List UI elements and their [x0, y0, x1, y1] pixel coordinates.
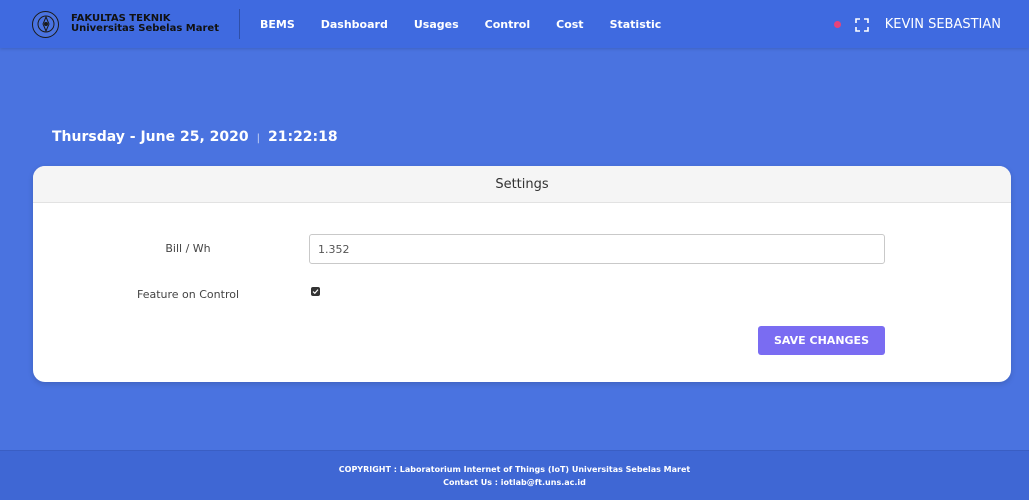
- save-changes-button[interactable]: SAVE CHANGES: [758, 326, 885, 355]
- nav-item-statistic[interactable]: Statistic: [610, 18, 662, 31]
- settings-card: Settings Bill / Wh Feature on Control SA…: [33, 166, 1011, 382]
- current-date: Thursday - June 25, 2020: [52, 129, 249, 145]
- footer-contact[interactable]: Contact Us : iotlab@ft.uns.ac.id: [443, 476, 586, 489]
- nav-item-control[interactable]: Control: [485, 18, 530, 31]
- nav-item-bems[interactable]: BEMS: [260, 18, 295, 31]
- current-time: 21:22:18: [267, 129, 338, 145]
- bill-per-wh-label: Bill / Wh: [165, 242, 211, 255]
- nav-item-cost[interactable]: Cost: [556, 18, 583, 31]
- nav-item-usages[interactable]: Usages: [414, 18, 459, 31]
- university-logo-icon: [32, 10, 59, 38]
- datetime-display: Thursday - June 25, 2020 | 21:22:18: [52, 129, 338, 145]
- settings-title: Settings: [33, 166, 1011, 203]
- status-dot-icon: [833, 20, 841, 28]
- user-name[interactable]: KEVIN SEBASTIAN: [885, 17, 1001, 32]
- footer: COPYRIGHT : Laboratorium Internet of Thi…: [0, 450, 1029, 500]
- brand-line-2: Universitas Sebelas Maret: [71, 23, 219, 34]
- brand-divider: [238, 9, 240, 39]
- feature-on-control-label: Feature on Control: [136, 288, 240, 301]
- fullscreen-icon[interactable]: [854, 17, 869, 32]
- datetime-separator: |: [256, 133, 260, 144]
- top-navbar: FAKULTAS TEKNIK Universitas Sebelas Mare…: [0, 0, 1029, 48]
- main-nav: BEMS Dashboard Usages Control Cost Stati…: [260, 18, 687, 31]
- brand[interactable]: FAKULTAS TEKNIK Universitas Sebelas Mare…: [0, 0, 219, 48]
- feature-on-control-checkbox[interactable]: [311, 287, 320, 296]
- footer-copyright: COPYRIGHT : Laboratorium Internet of Thi…: [338, 464, 691, 474]
- checkbox-checked-icon: [312, 289, 319, 295]
- bill-per-wh-input[interactable]: [309, 234, 885, 264]
- brand-text: FAKULTAS TEKNIK Universitas Sebelas Mare…: [71, 14, 219, 34]
- topbar-right: KEVIN SEBASTIAN: [833, 0, 1001, 48]
- nav-item-dashboard[interactable]: Dashboard: [321, 18, 388, 31]
